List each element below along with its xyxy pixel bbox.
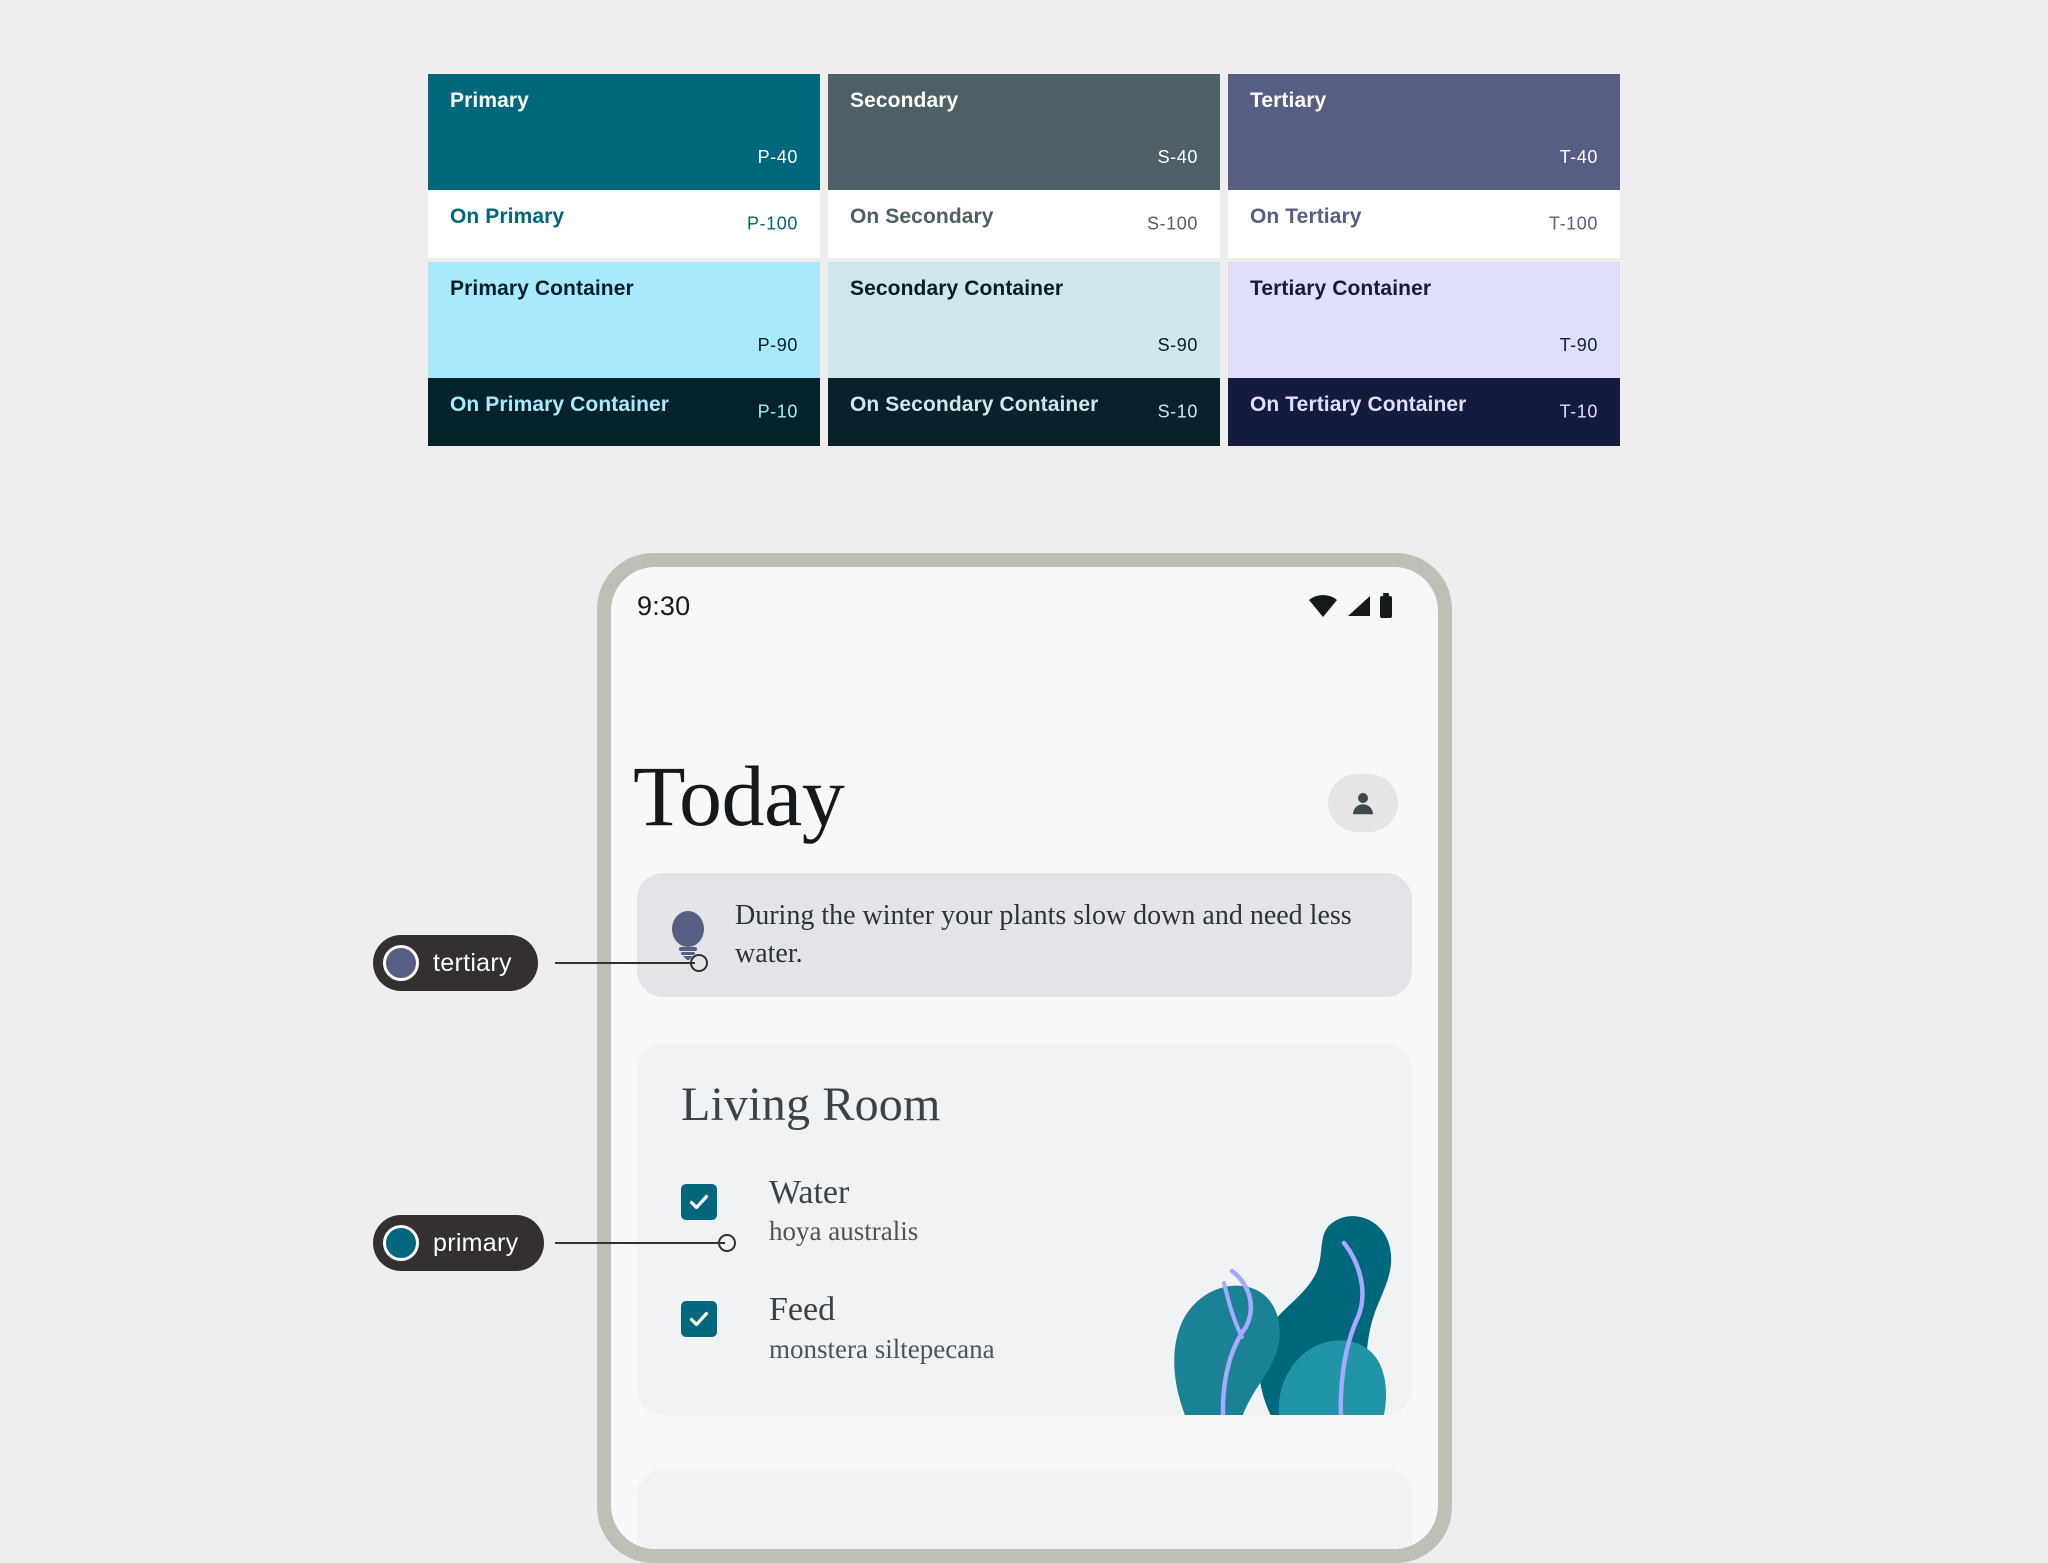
swatch-token: S-100: [1146, 213, 1198, 234]
swatch-name: On Tertiary Container: [1250, 393, 1467, 416]
task-plant-name: monstera siltepecana: [769, 1333, 995, 1364]
swatch-token: T-10: [1559, 401, 1598, 422]
swatch-t-10[interactable]: On Tertiary Container T-10: [1228, 378, 1620, 446]
check-icon: [689, 1312, 709, 1327]
swatch-t-100[interactable]: On Tertiary T-100: [1228, 190, 1620, 258]
task-text: Water hoya australis: [769, 1174, 918, 1247]
app-header: Today: [611, 645, 1438, 839]
battery-icon: [1380, 593, 1392, 618]
swatch-s-40[interactable]: Secondary S-40: [828, 74, 1220, 190]
avatar-button[interactable]: [1328, 774, 1398, 832]
swatch-pair: Tertiary T-40 On Tertiary T-100: [1228, 74, 1620, 258]
task-row[interactable]: Water hoya australis: [681, 1174, 1412, 1247]
swatch-pair: Primary P-40 On Primary P-100: [428, 74, 820, 258]
color-dot-tertiary: [383, 945, 419, 981]
swatch-pair: Secondary S-40 On Secondary S-100: [828, 74, 1220, 258]
next-room-card[interactable]: [637, 1469, 1412, 1549]
task-list: Water hoya australis Feed monstera siltepec…: [681, 1174, 1412, 1365]
swatch-name: Tertiary Container: [1250, 277, 1432, 300]
swatch-p-40[interactable]: Primary P-40: [428, 74, 820, 190]
swatch-name: Tertiary: [1250, 89, 1327, 112]
annotation-leader-line-tertiary: [555, 962, 695, 964]
cellular-signal-icon: [1348, 596, 1370, 616]
room-title: Living Room: [681, 1078, 941, 1131]
swatch-t-90[interactable]: Tertiary Container T-90: [1228, 262, 1620, 378]
task-title: Water: [769, 1174, 850, 1211]
annotation-endpoint-tertiary: [690, 954, 708, 972]
swatch-column-tertiary: Tertiary T-40 On Tertiary T-100 Tertiary Con…: [1228, 74, 1620, 446]
annotation-leader-line-primary: [555, 1242, 725, 1244]
swatch-name: Secondary Container: [850, 277, 1064, 300]
swatch-token: P-100: [746, 213, 798, 234]
page-title: Today: [633, 748, 845, 844]
lightbulb-icon: [672, 911, 704, 960]
swatch-token: T-100: [1548, 213, 1598, 234]
person-icon: [1353, 793, 1373, 815]
swatch-p-90[interactable]: Primary Container P-90: [428, 262, 820, 378]
swatch-name: On Secondary Container: [850, 393, 1099, 416]
swatch-name: Secondary: [850, 89, 959, 112]
swatch-token: T-90: [1559, 335, 1598, 355]
swatch-name: On Primary Container: [450, 393, 670, 416]
check-icon: [689, 1194, 709, 1210]
task-title: Feed: [769, 1291, 836, 1329]
status-bar: 9:30: [611, 567, 1438, 645]
task-checkbox[interactable]: [681, 1184, 717, 1220]
room-card[interactable]: Living Room Water hoya australis Feed monst…: [637, 1043, 1412, 1415]
swatch-token: T-40: [1559, 147, 1598, 167]
swatch-s-100[interactable]: On Secondary S-100: [828, 190, 1220, 258]
status-time: 9:30: [637, 590, 691, 621]
swatch-column-primary: Primary P-40 On Primary P-100 Primary Contai…: [428, 74, 820, 446]
wifi-icon: [1309, 594, 1337, 617]
swatch-name: Primary: [450, 89, 529, 112]
swatch-name: Primary Container: [450, 277, 634, 300]
swatch-p-100[interactable]: On Primary P-100: [428, 190, 820, 258]
swatch-token: P-40: [757, 147, 798, 167]
swatch-token: P-10: [757, 401, 798, 422]
swatch-token: S-90: [1157, 335, 1198, 355]
swatch-token: P-90: [757, 335, 798, 355]
swatch-pair: Secondary Container S-90 On Secondary Cont…: [828, 262, 1220, 446]
status-icons: [1308, 593, 1394, 619]
annotation-pill-tertiary[interactable]: tertiary: [373, 935, 538, 991]
task-text: Feed monstera siltepecana: [769, 1291, 995, 1364]
color-dot-primary: [383, 1225, 419, 1261]
task-checkbox[interactable]: [681, 1301, 717, 1338]
swatch-t-40[interactable]: Tertiary T-40: [1228, 74, 1620, 190]
swatch-pair: Primary Container P-90 On Primary Containe…: [428, 262, 820, 446]
swatch-token: S-40: [1157, 147, 1198, 167]
task-row[interactable]: Feed monstera siltepecana: [681, 1291, 1412, 1364]
phone-screen: 9:30 Today During the winter your plants…: [611, 567, 1438, 1549]
annotation-pill-primary[interactable]: primary: [373, 1215, 545, 1271]
swatch-pair: Tertiary Container T-90 On Tertiary Contai…: [1228, 262, 1620, 446]
tip-card[interactable]: During the winter your plants slow down …: [637, 873, 1412, 997]
annotation-label-tertiary: tertiary: [433, 948, 512, 977]
swatch-token: S-10: [1157, 401, 1198, 422]
tip-text: During the winter your plants slow down …: [735, 900, 1352, 969]
annotation-label-primary: primary: [433, 1228, 519, 1257]
phone-frame: 9:30 Today During the winter your plants…: [597, 553, 1452, 1563]
swatch-s-10[interactable]: On Secondary Container S-10: [828, 378, 1220, 446]
task-plant-name: hoya australis: [769, 1216, 919, 1247]
swatch-s-90[interactable]: Secondary Container S-90: [828, 262, 1220, 378]
color-swatch-grid: Primary P-40 On Primary P-100 Primary Contai…: [428, 74, 1620, 446]
annotation-endpoint-primary: [718, 1234, 736, 1252]
swatch-column-secondary: Secondary S-40 On Secondary S-100 Secondary …: [828, 74, 1220, 446]
swatch-p-10[interactable]: On Primary Container P-10: [428, 378, 820, 446]
